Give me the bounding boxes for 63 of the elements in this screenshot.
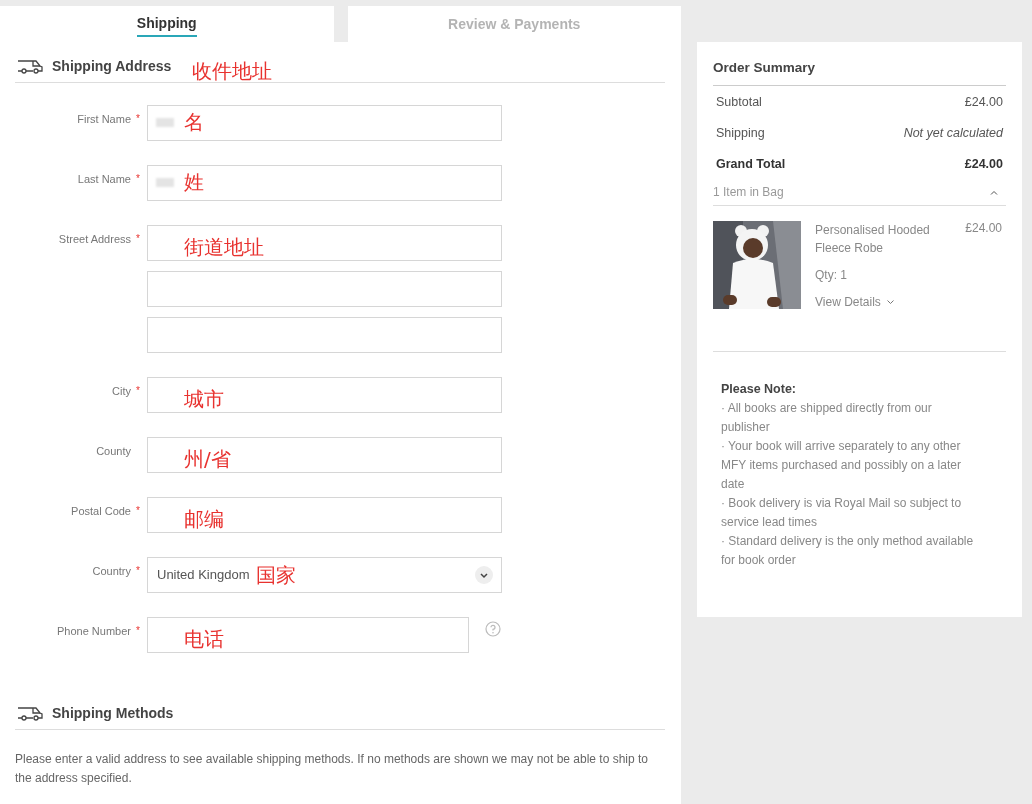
summary-title: Order Summary <box>713 42 1006 86</box>
product-name: Personalised Hooded Fleece Robe <box>815 222 931 257</box>
input-field[interactable]: 城市 <box>147 377 502 413</box>
note-text: · Your book will arrive separately to any other MFY items purchased and possibly on a later date <box>721 438 962 493</box>
required-mark: * <box>136 625 140 636</box>
annotation-text: 街道地址 <box>184 234 264 261</box>
annotation-text: 收件地址 <box>192 58 272 85</box>
info-message: Please enter a valid address to see available shipping methods. If no methods are shown we may not be able to ship to the address specified. <box>15 751 650 787</box>
note-text: · Book delivery is via Royal Mail so subject to service lead times <box>721 495 963 531</box>
annotation-text: 国家 <box>256 562 296 589</box>
field-label: City <box>111 384 131 399</box>
field-label: Street Address <box>57 232 131 247</box>
required-mark: * <box>136 505 140 516</box>
required-mark: * <box>136 565 140 576</box>
section-title: Shipping Methods <box>52 705 174 721</box>
redacted-text <box>156 118 174 127</box>
input-field[interactable]: 电话 <box>147 617 469 653</box>
note-title: Please Note: <box>721 381 798 398</box>
field-label: First Name <box>76 112 131 127</box>
annotation-text: 邮编 <box>184 506 224 533</box>
required-mark: * <box>136 173 140 184</box>
annotation-text: 名 <box>184 109 204 136</box>
truck-icon <box>17 705 43 721</box>
summary-value: £24.00 <box>964 156 1003 171</box>
input-field[interactable]: 名 <box>147 105 502 141</box>
summary-value: Not yet calculated <box>903 125 1003 140</box>
required-mark: * <box>136 113 140 124</box>
view-details-link[interactable]: View Details <box>815 293 894 311</box>
input-field[interactable]: 州/省 <box>147 437 502 473</box>
required-mark: * <box>136 385 140 396</box>
summary-value: £24.00 <box>964 94 1003 109</box>
help-icon[interactable] <box>485 621 501 637</box>
required-mark: * <box>136 233 140 244</box>
summary-label: Subtotal <box>716 94 762 109</box>
annotation-text: 姓 <box>184 169 204 196</box>
input-field[interactable]: 街道地址 <box>147 225 502 261</box>
quantity: Qty: 1 <box>815 267 848 284</box>
field-label: Postal Code <box>70 504 131 519</box>
field-label: Country <box>91 564 131 579</box>
chevron-icon <box>886 300 894 304</box>
annotation-text: 州/省 <box>184 446 231 473</box>
input-field[interactable] <box>147 317 502 353</box>
summary-label: Shipping <box>716 125 765 140</box>
truck-icon <box>17 58 43 74</box>
collapse-icon[interactable] <box>990 189 998 195</box>
input-field[interactable]: 姓 <box>147 165 502 201</box>
note-text: · Standard delivery is the only method available for book order <box>721 533 975 569</box>
field-label: Phone Number <box>56 624 131 639</box>
dropdown-icon <box>475 566 493 584</box>
bag-count: 1 Item in Bag <box>713 185 784 199</box>
section-title: Shipping Address <box>52 58 172 74</box>
input-field[interactable] <box>147 271 502 307</box>
note-text: · All books are shipped directly from our publisher <box>721 400 933 436</box>
field-label: Last Name <box>76 172 131 187</box>
tab[interactable]: Shipping <box>0 6 334 42</box>
annotation-text: 城市 <box>184 386 224 413</box>
redacted-text <box>156 178 174 187</box>
annotation-text: 电话 <box>184 626 224 653</box>
country-select[interactable]: United Kingdom 国家 <box>147 557 502 593</box>
field-label: County <box>95 444 131 459</box>
input-field[interactable]: 邮编 <box>147 497 502 533</box>
summary-label: Grand Total <box>716 156 786 171</box>
product-price: £24.00 <box>965 221 1003 237</box>
